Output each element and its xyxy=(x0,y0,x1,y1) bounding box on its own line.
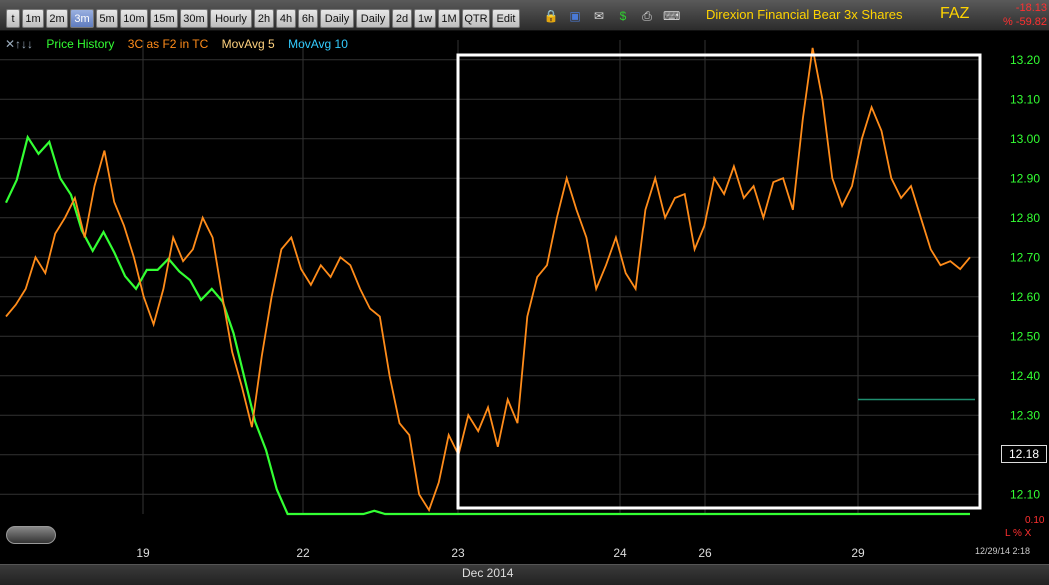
timeframe-button-11[interactable]: 6h xyxy=(298,9,318,28)
price-chart[interactable]: 192223242629 12.1012.2012.3012.4012.5012… xyxy=(0,30,1049,564)
scale-toggle-icons[interactable]: L % X xyxy=(1005,528,1031,539)
timeframe-button-4[interactable]: 5m xyxy=(96,9,118,28)
y-axis: 12.1012.2012.3012.4012.5012.6012.7012.80… xyxy=(1010,53,1040,502)
y-tick-label: 12.60 xyxy=(1010,290,1040,304)
timeframe-button-9[interactable]: 2h xyxy=(254,9,274,28)
current-price-tag: 12.18 xyxy=(1001,445,1047,463)
scroll-handle[interactable] xyxy=(6,526,56,544)
legend-movavg-10[interactable]: MovAvg 10 xyxy=(288,37,348,51)
lock-icon[interactable]: 🔒 xyxy=(543,8,559,24)
mail-icon[interactable]: ✉ xyxy=(591,8,607,24)
keyboard-icon[interactable]: ⌨ xyxy=(663,8,680,24)
timeframe-button-0[interactable]: t xyxy=(6,9,20,28)
change-percent: % -59.82 xyxy=(1002,16,1047,28)
save-icon[interactable]: ▣ xyxy=(567,8,583,24)
timeframe-button-16[interactable]: 1M xyxy=(438,9,460,28)
low-value: 0.10 xyxy=(1025,515,1045,526)
x-tick-label: 24 xyxy=(613,546,627,560)
timeframe-button-14[interactable]: 2d xyxy=(392,9,412,28)
x-tick-label: 22 xyxy=(296,546,310,560)
legend-price-history[interactable]: Price History xyxy=(46,37,114,51)
date-scrollbar[interactable] xyxy=(0,564,1049,585)
timeframe-button-2[interactable]: 2m xyxy=(46,9,68,28)
timeframe-button-17[interactable]: QTR xyxy=(462,9,490,28)
x-axis: 19 22 23 24 26 29 xyxy=(136,546,865,560)
legend-3c[interactable]: 3C as F2 in TC xyxy=(128,37,208,51)
price-history-line xyxy=(5,134,970,516)
print-icon[interactable]: ⎙ xyxy=(639,8,655,24)
x-tick-label: 23 xyxy=(451,546,465,560)
legend-arrows[interactable]: ✕↑↓↓ xyxy=(5,37,33,51)
y-tick-label: 12.30 xyxy=(1010,408,1040,422)
y-tick-label: 12.90 xyxy=(1010,171,1040,185)
timeframe-button-1[interactable]: 1m xyxy=(22,9,44,28)
y-tick-label: 12.70 xyxy=(1010,250,1040,264)
y-tick-label: 12.50 xyxy=(1010,329,1040,343)
indicator-3c-line xyxy=(5,47,971,513)
ticker-symbol: FAZ xyxy=(940,5,970,22)
grid-lines xyxy=(0,40,980,514)
x-tick-label: 19 xyxy=(136,546,150,560)
timeframe-button-6[interactable]: 15m xyxy=(150,9,178,28)
timeframe-button-15[interactable]: 1w xyxy=(414,9,436,28)
y-tick-label: 13.20 xyxy=(1010,53,1040,67)
timeframe-button-10[interactable]: 4h xyxy=(276,9,296,28)
symbol-name: Direxion Financial Bear 3x Shares xyxy=(706,7,903,22)
timeframe-button-3[interactable]: 3m xyxy=(70,9,94,28)
x-tick-label: 29 xyxy=(851,546,865,560)
legend: ✕↑↓↓ Price History 3C as F2 in TC MovAvg… xyxy=(5,37,348,51)
x-axis-title: Dec 2014 xyxy=(462,566,514,580)
y-tick-label: 13.10 xyxy=(1010,92,1040,106)
timeframe-button-7[interactable]: 30m xyxy=(180,9,208,28)
x-tick-label: 26 xyxy=(698,546,712,560)
y-tick-label: 12.40 xyxy=(1010,369,1040,383)
timeframe-button-5[interactable]: 10m xyxy=(120,9,148,28)
legend-movavg-5[interactable]: MovAvg 5 xyxy=(222,37,275,51)
change-value: -18.13 xyxy=(1015,2,1047,14)
timeframe-button-12[interactable]: Daily xyxy=(320,9,354,28)
timestamp: 12/29/14 2:18 xyxy=(975,546,1031,556)
timeframe-button-8[interactable]: Hourly xyxy=(210,9,252,28)
y-tick-label: 12.80 xyxy=(1010,211,1040,225)
timeframe-button-13[interactable]: Daily xyxy=(356,9,390,28)
y-tick-label: 13.00 xyxy=(1010,132,1040,146)
y-tick-label: 12.10 xyxy=(1010,487,1040,501)
series-lines xyxy=(5,47,975,516)
timeframe-button-18[interactable]: Edit xyxy=(492,9,520,28)
dollar-icon[interactable]: $ xyxy=(615,8,631,24)
